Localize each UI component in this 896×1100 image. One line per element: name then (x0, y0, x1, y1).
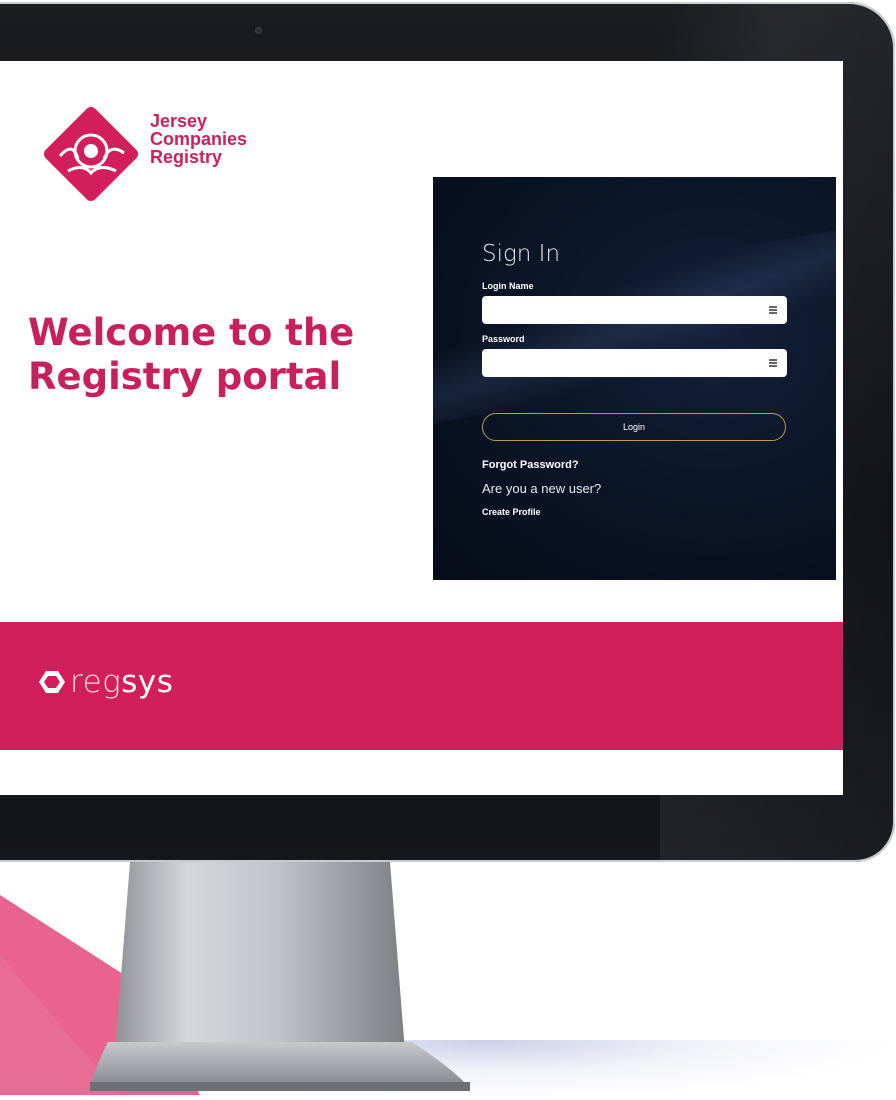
create-profile-link[interactable]: Create Profile (482, 507, 541, 517)
monitor-stand (90, 862, 470, 1091)
regsys-sys: sys (121, 664, 174, 700)
logo-line-2: Companies (150, 129, 248, 149)
login-button[interactable]: Login (482, 413, 786, 441)
logo-line-3: Registry (150, 147, 223, 167)
welcome-heading: Welcome to the Registry portal (28, 311, 398, 399)
regsys-wordmark: regsys (70, 664, 173, 700)
screen: Jersey Companies Registry Welcome to the… (0, 61, 843, 795)
login-name-label: Login Name (482, 281, 534, 291)
password-label: Password (482, 334, 525, 344)
lion-crest-icon (43, 106, 139, 202)
password-field[interactable] (482, 349, 787, 377)
webcam-icon (255, 27, 262, 34)
hexagon-icon (39, 671, 65, 693)
logo-text: Jersey Companies Registry (150, 112, 247, 166)
logo-line-1: Jersey (150, 111, 208, 131)
regsys-reg: reg (70, 664, 122, 700)
new-user-prompt: Are you a new user? (482, 481, 602, 496)
welcome-line-1: Welcome to the (28, 311, 355, 354)
keyboard-icon (769, 359, 777, 367)
sign-in-title: Sign In (482, 241, 561, 267)
forgot-password-link[interactable]: Forgot Password? (482, 459, 579, 471)
regsys-logo: regsys (38, 662, 173, 702)
keyboard-icon (769, 306, 777, 314)
welcome-line-2: Registry portal (28, 355, 342, 398)
jersey-companies-registry-logo: Jersey Companies Registry (32, 99, 292, 214)
regsys-footer-band: regsys (0, 622, 843, 750)
login-name-field[interactable] (482, 296, 787, 324)
sign-in-panel: Sign In Login Name Password Login Forgot… (433, 177, 836, 580)
